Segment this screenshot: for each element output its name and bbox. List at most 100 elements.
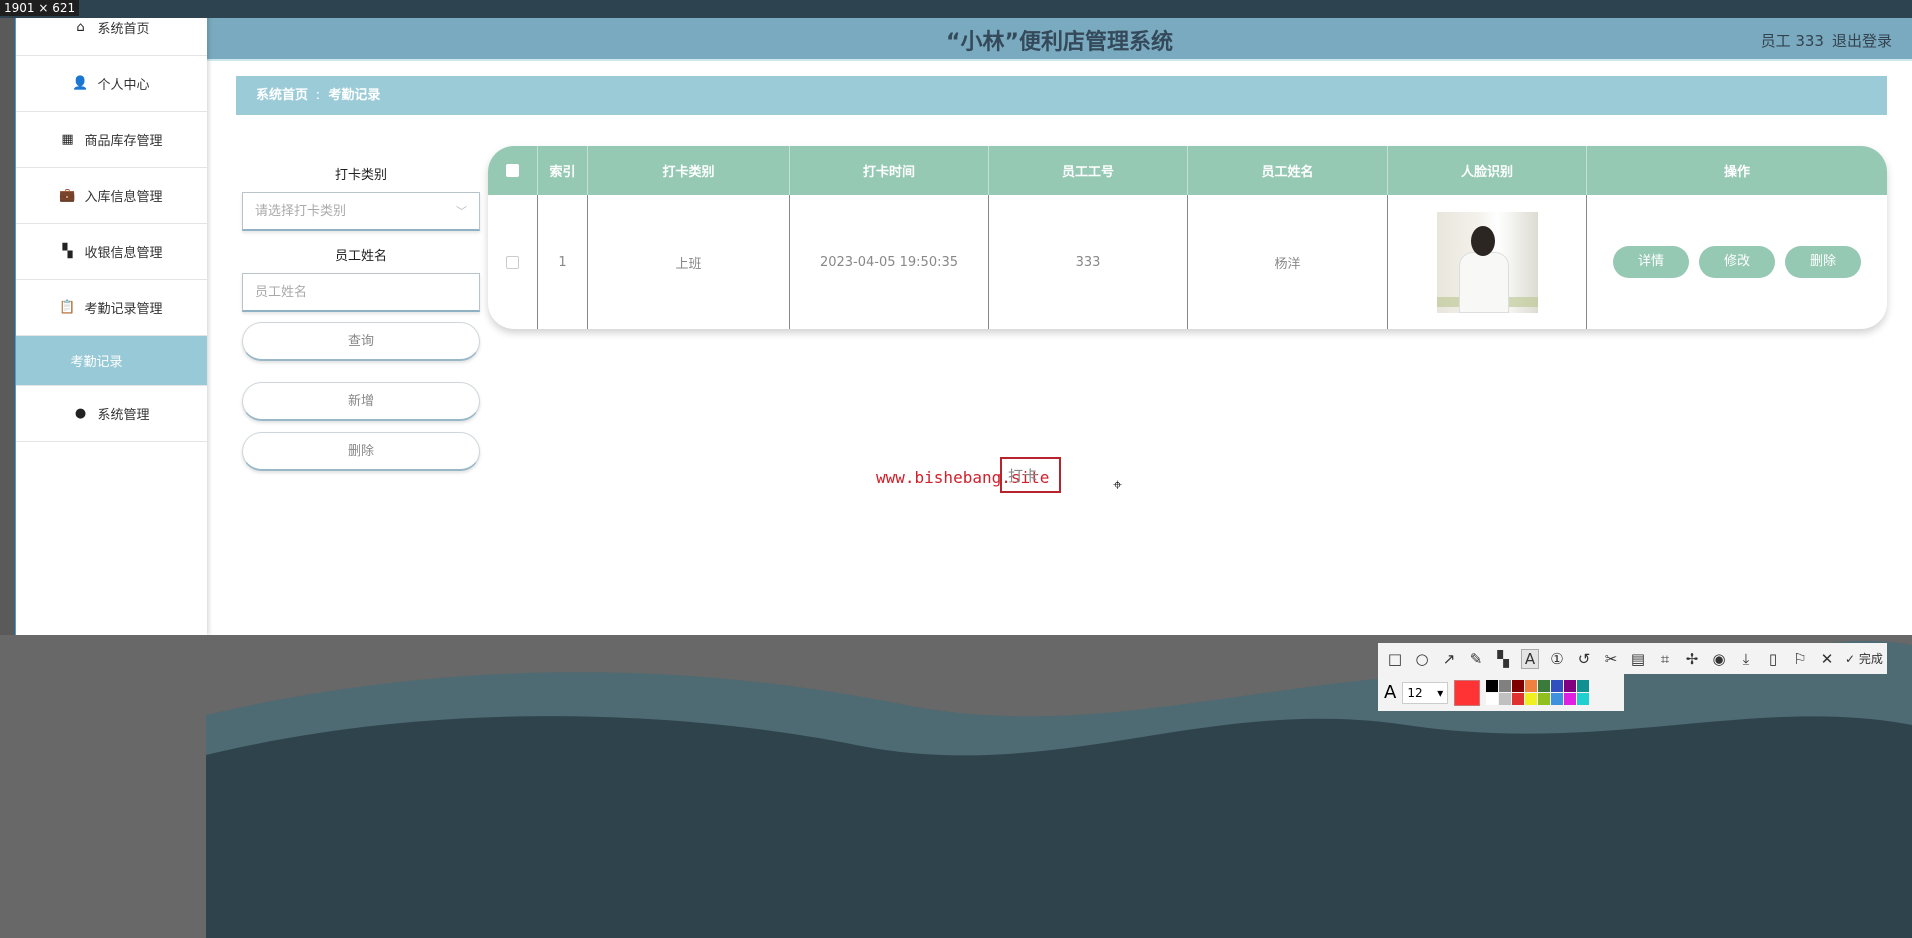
app-window: ⌂ 系统首页 👤 个人中心 ▦ 商品库存管理 💼 入库信息管理 ▚ 收银信息管理 📋 考勤记录管理 考… xyxy=(15,18,1912,635)
color-swatch[interactable] xyxy=(1486,680,1499,692)
font-size-select[interactable]: 12 xyxy=(1402,681,1449,704)
grid-icon: ▦ xyxy=(61,132,74,147)
name-input[interactable]: 员工姓名 xyxy=(242,273,480,312)
ellipse-tool-icon[interactable]: ○ xyxy=(1413,650,1431,668)
column-header[interactable]: 索引 xyxy=(538,146,588,195)
detail-button[interactable]: 详情 xyxy=(1613,246,1689,278)
select-all-checkbox[interactable] xyxy=(506,164,519,177)
sidebar-item[interactable]: 👤 个人中心 xyxy=(16,56,207,112)
number-tool-icon[interactable]: ① xyxy=(1548,650,1566,668)
color-swatch[interactable] xyxy=(1486,693,1499,705)
page-title: “小林”便利店管理系统 xyxy=(946,30,1173,55)
color-palette xyxy=(1486,680,1590,705)
color-swatch[interactable] xyxy=(1577,680,1590,692)
phone-icon[interactable]: ▯ xyxy=(1764,650,1782,668)
attendance-table: 索引 打卡类别 打卡时间 员工工号 员工姓名 人脸识别 操作 1 上班 2023… xyxy=(488,146,1887,329)
bookmark-icon[interactable]: ⚐ xyxy=(1791,650,1809,668)
translate-icon[interactable]: ⌗ xyxy=(1656,650,1674,668)
type-label: 打卡类别 xyxy=(334,168,387,183)
column-header[interactable]: 员工姓名 xyxy=(1188,146,1388,195)
row-checkbox[interactable] xyxy=(506,255,519,269)
sidebar-item[interactable]: 📋 考勤记录管理 xyxy=(16,280,207,336)
done-button[interactable]: ✓ 完成 xyxy=(1845,650,1883,667)
breadcrumb: 系统首页 ː 考勤记录 xyxy=(236,76,1887,115)
column-header[interactable]: 人脸识别 xyxy=(1388,146,1587,195)
cell-emp-no: 333 xyxy=(989,195,1188,329)
sidebar-item-label: 考勤记录 xyxy=(70,355,123,370)
column-header[interactable]: 员工工号 xyxy=(989,146,1188,195)
sidebar-item[interactable]: 💼 入库信息管理 xyxy=(16,168,207,224)
download-icon[interactable]: ⤓ xyxy=(1737,650,1755,668)
font-icon: A xyxy=(1384,682,1397,703)
query-button[interactable]: 查询 xyxy=(242,322,480,361)
annotation-text-box[interactable]: 打卡 xyxy=(1000,457,1061,493)
undo-icon[interactable]: ↺ xyxy=(1575,650,1593,668)
pencil-tool-icon[interactable]: ✎ xyxy=(1467,650,1485,668)
name-label: 员工姓名 xyxy=(334,249,387,264)
color-swatch[interactable] xyxy=(1525,680,1538,692)
ocr-icon[interactable]: ▤ xyxy=(1629,650,1647,668)
column-header[interactable]: 打卡时间 xyxy=(790,146,989,195)
arrow-tool-icon[interactable]: ↗ xyxy=(1440,650,1458,668)
mosaic-tool-icon[interactable]: ▚ xyxy=(1494,650,1512,668)
color-swatch[interactable] xyxy=(1525,693,1538,705)
briefcase-icon: 💼 xyxy=(59,188,76,203)
search-form: 打卡类别 请选择打卡类别 ﹀ 员工姓名 员工姓名 查询 新增 删除 xyxy=(242,166,480,471)
left-strip xyxy=(0,18,15,635)
text-options-toolbar: A 12 xyxy=(1378,674,1624,711)
done-label: 完成 xyxy=(1858,652,1883,666)
color-swatch[interactable] xyxy=(1564,693,1577,705)
clipboard-icon: 📋 xyxy=(59,300,76,315)
chevron-down-icon: ﹀ xyxy=(456,205,467,218)
text-tool-icon[interactable]: A xyxy=(1521,648,1539,669)
sidebar-item-label: 个人中心 xyxy=(97,78,150,93)
current-color-swatch[interactable] xyxy=(1454,679,1481,706)
sidebar-item[interactable]: ▦ 商品库存管理 xyxy=(16,112,207,168)
add-button[interactable]: 新增 xyxy=(242,382,480,421)
color-swatch[interactable] xyxy=(1512,693,1525,705)
color-swatch[interactable] xyxy=(1577,693,1590,705)
background-waves xyxy=(206,640,1912,938)
table-row: 1 上班 2023-04-05 19:50:35 333 杨洋 详情 修改 删除 xyxy=(488,195,1887,329)
capture-size-label: 1901 × 621 xyxy=(0,0,80,16)
user-icon: 👤 xyxy=(72,76,89,91)
color-swatch[interactable] xyxy=(1538,680,1551,692)
table-header: 索引 打卡类别 打卡时间 员工工号 员工姓名 人脸识别 操作 xyxy=(488,146,1887,195)
color-swatch[interactable] xyxy=(1551,693,1564,705)
pin-icon[interactable]: ✢ xyxy=(1683,650,1701,668)
sidebar-item-system-management[interactable]: ● 系统管理 xyxy=(16,386,207,442)
color-swatch[interactable] xyxy=(1538,693,1551,705)
rectangle-tool-icon[interactable]: □ xyxy=(1386,650,1404,668)
close-icon[interactable]: ✕ xyxy=(1818,650,1836,668)
sidebar: ⌂ 系统首页 👤 个人中心 ▦ 商品库存管理 💼 入库信息管理 ▚ 收银信息管理 📋 考勤记录管理 考… xyxy=(16,18,207,635)
sidebar-item-label: 收银信息管理 xyxy=(84,246,163,261)
home-icon: ⌂ xyxy=(76,20,85,35)
column-header[interactable]: 打卡类别 xyxy=(588,146,790,195)
top-bar xyxy=(0,0,1912,18)
record-icon[interactable]: ◉ xyxy=(1710,650,1728,668)
sidebar-item-attendance-records[interactable]: 考勤记录 xyxy=(16,336,207,386)
face-photo[interactable] xyxy=(1436,211,1538,313)
edit-button[interactable]: 修改 xyxy=(1699,246,1775,278)
cell-type: 上班 xyxy=(588,195,790,329)
sidebar-item-label: 系统管理 xyxy=(97,408,150,423)
breadcrumb-separator: ː xyxy=(316,88,321,103)
sidebar-item-label: 系统首页 xyxy=(97,22,150,37)
column-header: 操作 xyxy=(1587,146,1887,195)
color-swatch[interactable] xyxy=(1499,680,1512,692)
color-swatch[interactable] xyxy=(1551,680,1564,692)
color-swatch[interactable] xyxy=(1499,693,1512,705)
sidebar-item-label: 商品库存管理 xyxy=(84,134,163,149)
type-select[interactable]: 请选择打卡类别 ﹀ xyxy=(242,192,480,231)
sidebar-item[interactable]: ⌂ 系统首页 xyxy=(16,18,207,56)
crosshair-cursor-icon: ⌖ xyxy=(1113,475,1123,494)
cut-icon[interactable]: ✂ xyxy=(1602,650,1620,668)
color-swatch[interactable] xyxy=(1512,680,1525,692)
logout-link[interactable]: 退出登录 xyxy=(1832,32,1892,50)
row-delete-button[interactable]: 删除 xyxy=(1785,246,1861,278)
breadcrumb-home[interactable]: 系统首页 xyxy=(256,88,308,103)
delete-button[interactable]: 删除 xyxy=(242,432,480,471)
color-swatch[interactable] xyxy=(1564,680,1577,692)
sidebar-item[interactable]: ▚ 收银信息管理 xyxy=(16,224,207,280)
cell-index: 1 xyxy=(538,195,588,329)
